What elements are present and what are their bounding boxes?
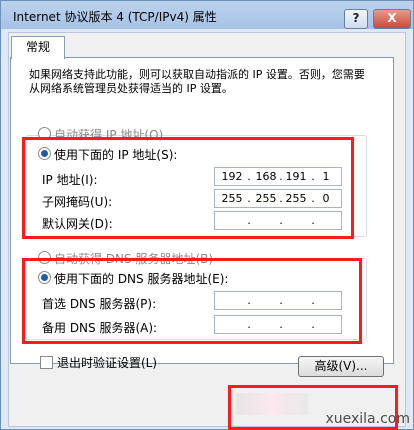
window-title: Internet 协议版本 4 (TCP/IPv4) 属性 xyxy=(13,10,217,24)
close-button[interactable]: X xyxy=(373,9,411,29)
description-text: 如果网络支持此功能，则可以获取自动指派的 IP 设置。否则，您需要从网络系统管理… xyxy=(29,68,365,95)
blurred-button xyxy=(236,393,308,415)
help-button[interactable]: ? xyxy=(344,9,368,29)
advanced-button[interactable]: 高级(V)... xyxy=(298,356,384,377)
ip-highlight-box xyxy=(22,137,354,239)
watermark: xuexila.com xyxy=(325,411,410,427)
title-bar: Internet 协议版本 4 (TCP/IPv4) 属性 ? X xyxy=(1,1,413,31)
tab-general[interactable]: 常规 xyxy=(11,36,65,59)
validate-label: 退出时验证设置(L) xyxy=(57,356,158,370)
validate-checkbox[interactable] xyxy=(40,356,53,369)
dns-highlight-box xyxy=(22,258,362,344)
